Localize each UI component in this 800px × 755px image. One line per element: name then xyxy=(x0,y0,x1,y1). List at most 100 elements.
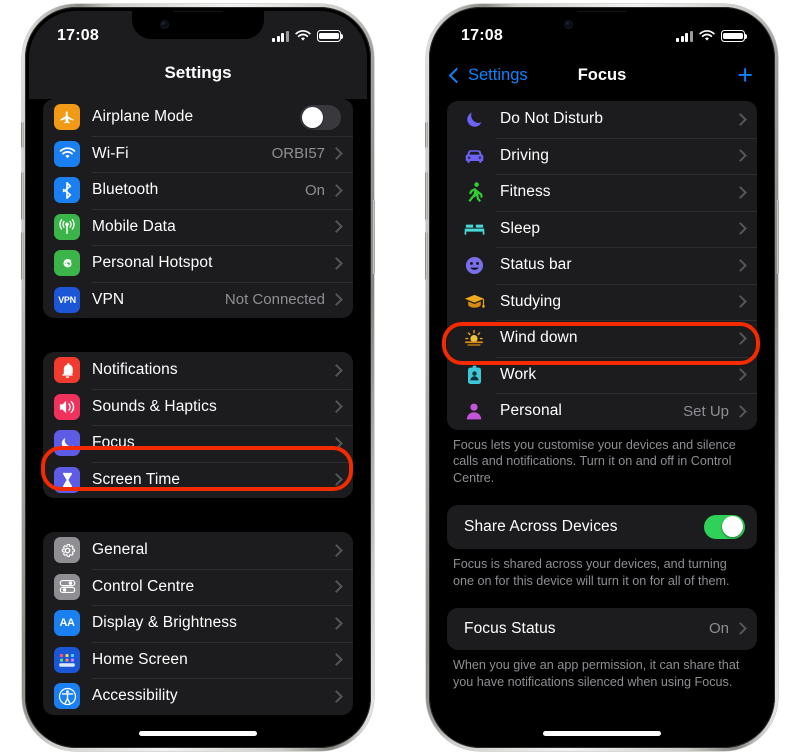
row-label: Personal Hotspot xyxy=(92,254,213,272)
settings-row-vpn[interactable]: VPN VPN Not Connected xyxy=(43,281,353,319)
volume-up-button[interactable] xyxy=(425,172,428,220)
focus-row-fitness[interactable]: Fitness xyxy=(447,174,757,211)
wifi-icon xyxy=(699,30,715,41)
moon-icon xyxy=(462,107,486,131)
volume-up-button[interactable] xyxy=(21,172,24,220)
airplane-icon xyxy=(54,104,80,131)
chevron-right-icon xyxy=(330,147,343,161)
row-label: Airplane Mode xyxy=(92,108,194,126)
settings-row-wifi[interactable]: Wi-Fi ORBI57 xyxy=(43,135,353,173)
share-across-devices-toggle[interactable] xyxy=(704,514,745,540)
toggle-knob xyxy=(301,106,323,128)
row-label: General xyxy=(92,541,148,559)
focus-row-studying[interactable]: Studying xyxy=(447,283,757,321)
chevron-right-icon xyxy=(330,616,343,630)
chevron-left-icon xyxy=(448,67,465,83)
focus-row-sleep[interactable]: Sleep xyxy=(447,210,757,248)
status-time: 17:08 xyxy=(461,27,503,44)
battery-full-icon xyxy=(721,30,748,42)
phone-bezel-left: 17:08 Settings Airplane Mode Wi-Fi ORBI5… xyxy=(25,7,371,748)
accessibility-icon xyxy=(54,683,80,710)
back-button-label: Settings xyxy=(468,65,528,84)
settings-list[interactable]: Airplane Mode Wi-Fi ORBI57 Bluetooth On … xyxy=(29,99,367,715)
silent-switch[interactable] xyxy=(425,122,428,148)
settings-row-screen-time[interactable]: Screen Time xyxy=(43,461,353,499)
chevron-right-icon xyxy=(330,473,343,487)
silent-switch[interactable] xyxy=(21,122,24,148)
chevron-right-icon xyxy=(330,653,343,667)
car-icon xyxy=(462,144,486,168)
settings-row-personal-hotspot[interactable]: Personal Hotspot xyxy=(43,245,353,282)
notch-right xyxy=(536,11,668,39)
sunset-icon xyxy=(462,326,486,350)
power-button[interactable] xyxy=(372,200,375,274)
signal-bars-icon xyxy=(272,30,289,42)
row-label: Status bar xyxy=(500,256,572,274)
settings-row-accessibility[interactable]: Accessibility xyxy=(43,678,353,715)
power-button[interactable] xyxy=(776,200,779,274)
row-label: Notifications xyxy=(92,361,178,379)
settings-row-general[interactable]: General xyxy=(43,532,353,569)
settings-group-connectivity: Airplane Mode Wi-Fi ORBI57 Bluetooth On … xyxy=(43,99,353,318)
row-focus-status[interactable]: Focus Status On xyxy=(447,608,757,650)
settings-row-bluetooth[interactable]: Bluetooth On xyxy=(43,172,353,209)
hourglass-icon xyxy=(54,466,80,493)
antenna-icon xyxy=(54,213,80,240)
row-label: Focus Status xyxy=(464,619,556,637)
settings-row-control-centre[interactable]: Control Centre xyxy=(43,568,353,606)
settings-row-focus[interactable]: Focus xyxy=(43,425,353,462)
focus-row-work[interactable]: Work xyxy=(447,356,757,394)
running-icon xyxy=(462,180,486,204)
page-title: Settings xyxy=(29,55,367,99)
row-label: Mobile Data xyxy=(92,217,176,235)
add-focus-button[interactable]: + xyxy=(737,61,753,89)
chevron-right-icon xyxy=(734,295,747,309)
airplane-mode-toggle[interactable] xyxy=(300,105,341,130)
home-indicator xyxy=(139,731,257,736)
notch-left xyxy=(132,11,264,39)
focus-row-personal[interactable]: Personal Set Up xyxy=(447,393,757,430)
focus-row-wind-down[interactable]: Wind down xyxy=(447,320,757,357)
row-share-across-devices[interactable]: Share Across Devices xyxy=(447,505,757,549)
control-centre-icon xyxy=(54,573,80,600)
home-screen-icon xyxy=(54,646,80,673)
row-label: Personal xyxy=(500,402,562,420)
row-value: On xyxy=(708,620,729,638)
status-indicators xyxy=(676,24,748,42)
wifi-icon xyxy=(54,140,80,167)
hotspot-icon xyxy=(54,250,80,277)
volume-down-button[interactable] xyxy=(425,232,428,280)
chevron-right-icon xyxy=(330,436,343,450)
status-description-note: When you give an app permission, it can … xyxy=(453,657,740,689)
navigation-bar: Settings Focus + xyxy=(433,55,771,95)
back-button[interactable]: Settings xyxy=(448,65,528,85)
settings-row-display-brightness[interactable]: AA Display & Brightness xyxy=(43,605,353,642)
row-label: Studying xyxy=(500,292,562,310)
focus-row-driving[interactable]: Driving xyxy=(447,137,757,175)
settings-row-mobile-data[interactable]: Mobile Data xyxy=(43,208,353,246)
screen-left: 17:08 Settings Airplane Mode Wi-Fi ORBI5… xyxy=(29,11,367,744)
chevron-right-icon xyxy=(330,363,343,377)
chevron-right-icon xyxy=(734,331,747,345)
settings-row-sounds-haptics[interactable]: Sounds & Haptics xyxy=(43,388,353,426)
gear-icon xyxy=(54,537,80,564)
row-label: Sounds & Haptics xyxy=(92,397,217,415)
settings-row-notifications[interactable]: Notifications xyxy=(43,352,353,389)
chevron-right-icon xyxy=(330,256,343,270)
chevron-right-icon xyxy=(330,183,343,197)
focus-row-status-bar[interactable]: Status bar xyxy=(447,247,757,284)
row-label: Fitness xyxy=(500,183,551,201)
settings-row-home-screen[interactable]: Home Screen xyxy=(43,641,353,679)
row-value: Set Up xyxy=(683,402,729,420)
volume-down-button[interactable] xyxy=(21,232,24,280)
focus-list[interactable]: Do Not Disturb Driving Fitness Sleep Sta… xyxy=(433,95,771,691)
moon-icon xyxy=(54,430,80,457)
battery-full-icon xyxy=(317,30,344,42)
row-label: Do Not Disturb xyxy=(500,110,604,128)
focus-row-do-not-disturb[interactable]: Do Not Disturb xyxy=(447,101,757,138)
row-label: Driving xyxy=(500,146,549,164)
settings-row-airplane-mode[interactable]: Airplane Mode xyxy=(43,99,353,136)
